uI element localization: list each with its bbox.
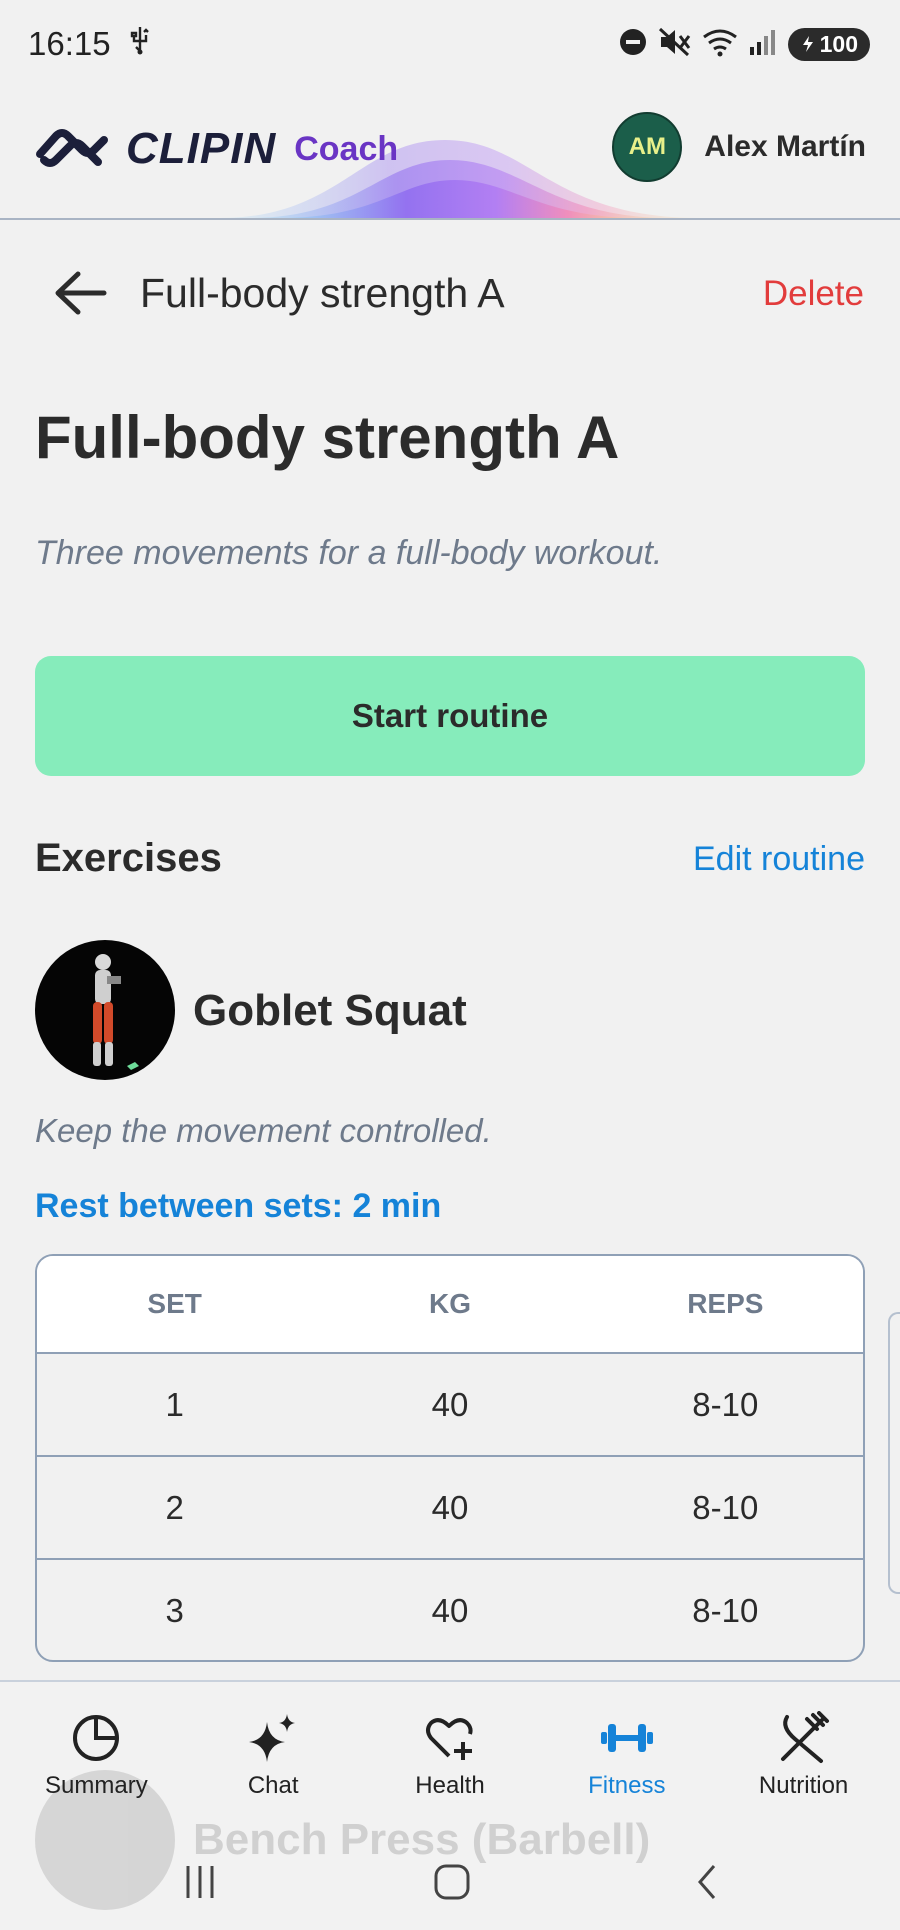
recent-apps-icon[interactable]: [180, 1862, 220, 1902]
set-reps: 8-10: [692, 1385, 759, 1423]
delete-button[interactable]: Delete: [763, 274, 864, 314]
home-icon[interactable]: [432, 1862, 472, 1902]
app-header: CLIPIN Coach AM Alex Martín: [0, 100, 900, 220]
arrow-left-icon: [55, 271, 107, 315]
user-profile[interactable]: AM Alex Martín: [612, 112, 866, 182]
dumbbell-icon: [599, 1710, 655, 1766]
avatar[interactable]: AM: [612, 112, 683, 182]
exercise-thumbnail[interactable]: [35, 940, 175, 1080]
exercise-note: Keep the movement controlled.: [35, 1112, 492, 1149]
start-routine-button[interactable]: Start routine: [35, 656, 865, 776]
routine-subheader: Full-body strength A Delete: [0, 248, 900, 338]
user-name: Alex Martín: [704, 130, 866, 163]
back-button[interactable]: [52, 268, 108, 318]
sparkle-icon: [245, 1710, 301, 1766]
logo-wordmark: CLIPIN: [126, 124, 277, 173]
usb-icon: [127, 25, 153, 63]
bottom-navigation: Bench Press (Barbell) Summary Chat Healt…: [0, 1680, 900, 1930]
nav-item-summary[interactable]: Summary: [11, 1710, 181, 1800]
set-number: 3: [165, 1591, 184, 1629]
set-weight: 40: [431, 1591, 469, 1629]
set-reps: 8-10: [692, 1488, 759, 1526]
battery-level: 100: [819, 30, 858, 57]
heart-plus-icon: [422, 1710, 478, 1766]
exercise-figure-image: [93, 954, 139, 1070]
wifi-icon: [702, 27, 738, 62]
sets-table: SET KG REPS 1 40 8-10 2 40 8-10 3 40 8-1…: [35, 1254, 865, 1662]
status-left: 16:15: [28, 25, 153, 63]
nav-label-fitness: Fitness: [588, 1772, 666, 1799]
app-logo[interactable]: CLIPIN Coach: [34, 124, 398, 174]
mute-icon: [658, 27, 692, 62]
nav-item-health[interactable]: Health: [365, 1710, 535, 1800]
dnd-icon: [618, 27, 648, 62]
table-row[interactable]: 1 40 8-10: [37, 1352, 863, 1455]
side-scroll-handle[interactable]: [888, 1312, 900, 1594]
edit-routine-button[interactable]: Edit routine: [693, 840, 865, 879]
nav-item-chat[interactable]: Chat: [188, 1710, 358, 1800]
set-weight: 40: [431, 1488, 469, 1526]
set-number: 2: [165, 1488, 184, 1526]
column-header-reps: REPS: [687, 1288, 764, 1319]
pie-chart-icon: [68, 1710, 124, 1766]
system-navigation-bar: [0, 1862, 900, 1922]
logo-coach-label: Coach: [294, 129, 399, 168]
nav-item-nutrition[interactable]: Nutrition: [719, 1710, 889, 1800]
set-number: 1: [165, 1385, 184, 1423]
column-header-set: SET: [147, 1288, 202, 1319]
signal-icon: [748, 27, 778, 62]
nav-label-health: Health: [415, 1772, 485, 1799]
table-row[interactable]: 2 40 8-10: [37, 1455, 863, 1558]
exercise-name[interactable]: Goblet Squat: [193, 986, 467, 1036]
status-bar: 16:15 100: [0, 0, 900, 88]
set-weight: 40: [431, 1385, 469, 1423]
status-right: 100: [618, 27, 870, 62]
routine-description: Three movements for a full-body workout.: [35, 534, 663, 572]
nav-label-chat: Chat: [247, 1772, 299, 1799]
table-row[interactable]: 3 40 8-10: [37, 1558, 863, 1660]
fork-knife-icon: [776, 1710, 832, 1766]
subheader-title: Full-body strength A: [140, 270, 505, 316]
set-reps: 8-10: [692, 1591, 759, 1629]
nav-label-nutrition: Nutrition: [758, 1772, 849, 1799]
clipin-logo-icon: [36, 129, 108, 167]
exercises-heading: Exercises: [35, 836, 222, 880]
column-header-kg: KG: [428, 1288, 471, 1319]
page-title: Full-body strength A: [35, 404, 620, 471]
sets-table-header: SET KG REPS: [37, 1256, 863, 1352]
status-time: 16:15: [28, 25, 111, 62]
nav-label-summary: Summary: [45, 1772, 148, 1799]
rest-time[interactable]: Rest between sets: 2 min: [35, 1187, 441, 1226]
next-exercise-name: Bench Press (Barbell): [193, 1815, 651, 1864]
back-nav-icon[interactable]: [688, 1862, 728, 1902]
battery-icon: 100: [787, 27, 870, 61]
nav-item-fitness[interactable]: Fitness: [542, 1710, 712, 1800]
nav-items: Summary Chat Health Fitness Nutrition: [0, 1710, 900, 1800]
